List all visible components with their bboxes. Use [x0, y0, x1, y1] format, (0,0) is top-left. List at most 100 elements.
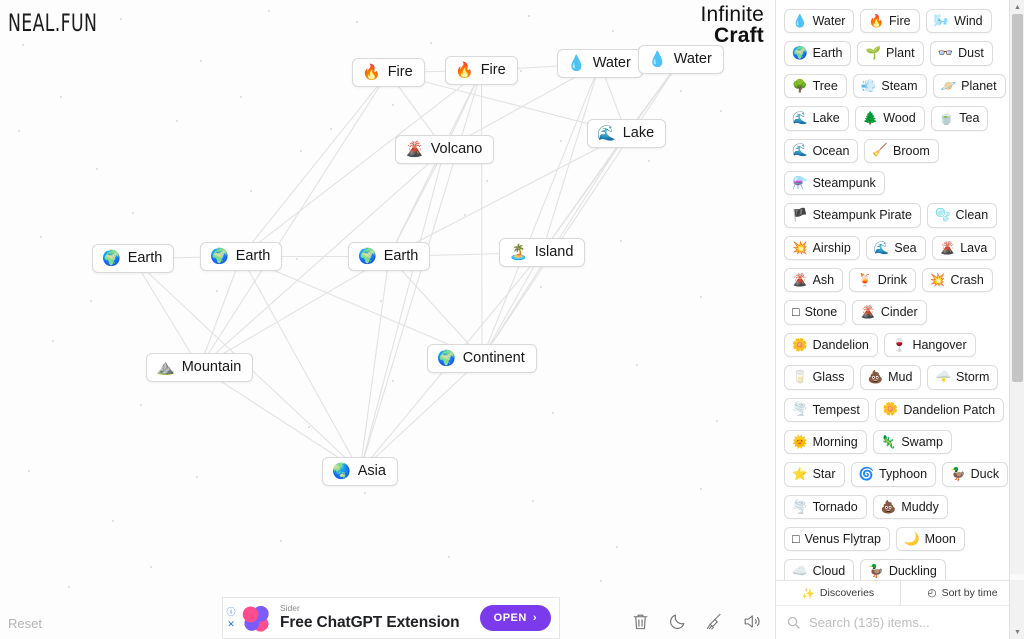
element-chip-icon: 🌀 [858, 467, 875, 482]
element-chip[interactable]: 💩 Muddy [872, 494, 948, 519]
speaker-icon[interactable] [741, 611, 762, 632]
canvas-node[interactable]: 🔥 Fire [352, 58, 425, 87]
element-chip[interactable]: □ Stone [784, 300, 847, 325]
element-chip[interactable]: 🌪️ Tempest [784, 397, 869, 422]
element-chip[interactable]: 🌊 Lake [784, 106, 849, 131]
element-chip-icon: 💩 [867, 370, 884, 385]
element-chip-label: Dandelion Patch [903, 402, 996, 417]
element-chip[interactable]: 🍹 Drink [849, 268, 916, 293]
element-chip[interactable]: 🧹 Broom [864, 138, 939, 163]
element-chip[interactable]: 👓 Dust [929, 41, 993, 66]
element-chip[interactable]: 🌙 Moon [896, 527, 965, 552]
element-chip[interactable]: 💨 Steam [852, 73, 927, 99]
tab-sort-by-time[interactable]: ◴ Sort by time [900, 581, 1024, 605]
element-chip[interactable]: ☁️ Cloud [784, 559, 855, 580]
canvas-node[interactable]: 🌍 Continent [427, 344, 537, 373]
canvas-node[interactable]: ⛰️ Mountain [146, 353, 254, 382]
search-input[interactable] [809, 615, 1014, 630]
node-icon: 💧 [567, 55, 586, 72]
canvas-node[interactable]: 🌍 Earth [348, 242, 431, 271]
element-chip[interactable]: 🌋 Lava [931, 235, 997, 260]
element-chip[interactable]: 🌊 Ocean [784, 138, 859, 163]
node-icon: 🌍 [437, 350, 456, 367]
element-chip-label: Tea [959, 111, 980, 126]
sparkles-icon: ✨ [801, 587, 815, 600]
canvas-node[interactable]: 🌍 Earth [200, 242, 283, 271]
broom-icon[interactable] [704, 611, 725, 632]
canvas-node[interactable]: 🌍 Earth [92, 244, 175, 273]
element-chip-icon: 🌩️ [935, 370, 952, 385]
element-chip[interactable]: 🌱 Plant [857, 41, 924, 66]
element-chip[interactable]: 🦎 Swamp [872, 429, 953, 455]
element-chip-icon: 🌪️ [792, 402, 808, 417]
neal-fun-logo[interactable]: NEAL.FUN [8, 8, 97, 37]
node-icon: 🌏 [332, 463, 351, 480]
ad-brand-label: Sider [280, 603, 300, 614]
element-chip[interactable]: 🪐 Planet [932, 73, 1006, 99]
element-chip[interactable]: 🌲 Wood [854, 106, 925, 131]
ad-open-button[interactable]: OPEN › [479, 605, 551, 631]
crafting-canvas[interactable]: NEAL.FUN 🔥 Fire 🔥 Fire 💧 Water 💧 Water 🌊 Lake 🌋 Vol… [0, 0, 775, 639]
canvas-node[interactable]: 🌏 Asia [322, 457, 398, 486]
element-chip[interactable]: 🌍 Earth [784, 41, 852, 66]
element-chip[interactable]: 🌀 Typhoon [850, 462, 937, 487]
element-chip[interactable]: 🌋 Cinder [852, 300, 927, 325]
element-chip[interactable]: 🦆 Duckling [860, 559, 946, 580]
element-list[interactable]: 💧 Water 🔥 Fire 🌬️ Wind 🌍 Earth 🌱 Plant 👓 Dust 🌳 Tree 💨… [776, 0, 1024, 580]
element-chip-icon: 🍷 [891, 337, 908, 352]
element-chip-icon: 🏴 [792, 208, 808, 223]
element-chip[interactable]: 🌼 Dandelion Patch [874, 397, 1005, 422]
element-chip[interactable]: 🥛 Glass [784, 365, 854, 390]
element-chip[interactable]: 🌳 Tree [784, 73, 847, 99]
moon-icon[interactable] [667, 611, 688, 632]
canvas-node[interactable]: 💧 Water [638, 45, 724, 74]
title-line-2: Craft [713, 24, 764, 48]
element-chip[interactable]: 🌬️ Wind [925, 9, 992, 34]
canvas-node[interactable]: 🏝️ Island [499, 238, 586, 267]
scroll-up-arrow-icon[interactable]: ▲ [1010, 0, 1024, 14]
element-chip-icon: 👓 [937, 46, 954, 61]
tab-discoveries[interactable]: ✨ Discoveries [776, 581, 900, 605]
ad-marks: ⓘ ✕ [223, 598, 239, 638]
connection-line [132, 258, 200, 368]
element-chip[interactable]: 💥 Airship [784, 235, 860, 260]
element-chip-label: Duck [970, 467, 1000, 482]
element-chip[interactable]: 🍵 Tea [930, 106, 989, 131]
element-chip[interactable]: 🌪️ Tornado [784, 494, 867, 519]
element-chip[interactable]: 🌼 Dandelion [784, 332, 878, 358]
ad-info-icon[interactable]: ⓘ [226, 607, 235, 617]
node-label: Lake [622, 125, 655, 142]
element-chip-label: Airship [812, 240, 851, 255]
scroll-down-arrow-icon[interactable]: ▼ [1010, 625, 1024, 639]
element-chip[interactable]: 🦆 Duck [942, 462, 1009, 487]
element-chip[interactable]: 🌩️ Storm [927, 365, 999, 390]
ad-close-icon[interactable]: ✕ [227, 619, 235, 629]
canvas-node[interactable]: 🔥 Fire [445, 56, 518, 85]
element-chip[interactable]: ⭐ Star [784, 462, 845, 487]
element-chip[interactable]: 🌋 Ash [784, 268, 844, 293]
canvas-node[interactable]: 🌋 Volcano [395, 135, 495, 164]
ad-text: Sider Free ChatGPT Extension [271, 603, 480, 633]
element-chip[interactable]: 🍷 Hangover [883, 332, 976, 358]
element-chip[interactable]: 🏴 Steampunk Pirate [784, 203, 921, 228]
element-chip-icon: 🧹 [872, 143, 888, 158]
node-label: Earth [235, 248, 271, 265]
trash-icon[interactable] [630, 611, 651, 632]
scrollbar-track [1010, 574, 1024, 580]
ad-banner[interactable]: ⓘ ✕ Sider Free ChatGPT Extension OPEN › [222, 597, 560, 639]
element-chip[interactable]: ⚗️ Steampunk [784, 170, 885, 196]
element-chip[interactable]: 🔥 Fire [860, 9, 920, 34]
scrollbar-thumb[interactable] [1012, 14, 1023, 382]
element-chip[interactable]: □ Venus Flytrap [784, 527, 890, 552]
element-chip[interactable]: 🌊 Sea [865, 235, 926, 260]
reset-button[interactable]: Reset [8, 616, 42, 631]
canvas-node[interactable]: 🌊 Lake [587, 119, 667, 148]
element-chip[interactable]: 🫧 Clean [926, 203, 998, 228]
element-chip[interactable]: 💧 Water [784, 9, 855, 34]
element-chip[interactable]: 🌞 Morning [784, 429, 867, 455]
canvas-node[interactable]: 💧 Water [557, 49, 643, 78]
element-chip[interactable]: 💥 Crash [921, 268, 993, 293]
sider-logo-icon [241, 603, 271, 633]
element-chip[interactable]: 💩 Mud [859, 365, 922, 390]
page-scrollbar[interactable]: ▲ ▼ [1009, 0, 1024, 639]
